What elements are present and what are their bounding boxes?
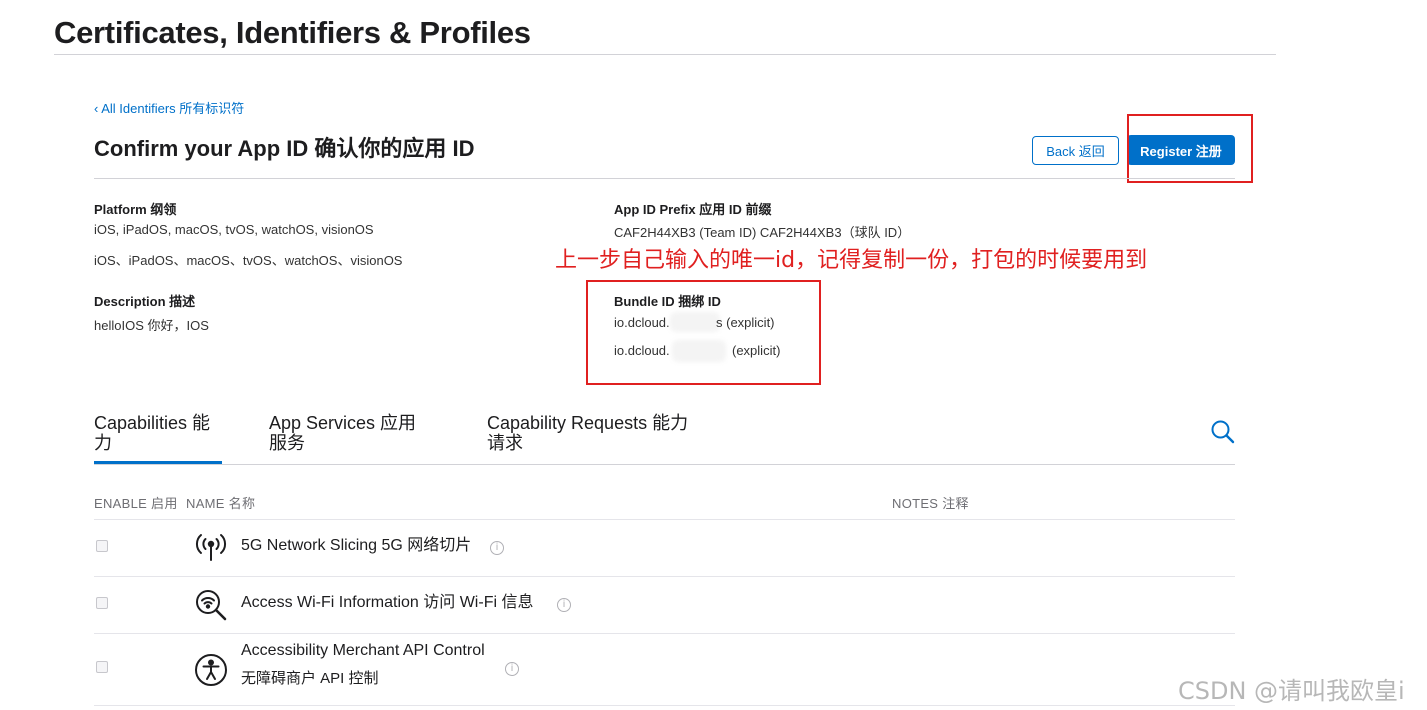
bundle-id-highlight-box <box>586 280 821 385</box>
tab-label-line: App Services 应用 <box>269 413 417 433</box>
page-header: Certificates, Identifiers & Profiles <box>54 14 1276 55</box>
accessibility-icon <box>193 652 229 688</box>
watermark: CSDN @请叫我欧皇i <box>1178 677 1405 705</box>
all-identifiers-link[interactable]: ‹ All Identifiers 所有标识符 <box>94 98 244 117</box>
capability-name-cn: 无障碍商户 API 控制 <box>241 670 379 687</box>
confirm-title: Confirm your App ID 确认你的应用 ID <box>94 136 475 161</box>
app-id-prefix-value: CAF2H44XB3 (Team ID) CAF2H44XB3（球队 ID） <box>614 225 911 240</box>
capability-name: Accessibility Merchant API Control <box>241 642 485 659</box>
platform-value-en: iOS, iPadOS, macOS, tvOS, watchOS, visio… <box>94 222 374 237</box>
info-icon[interactable]: i <box>490 541 504 555</box>
enable-checkbox[interactable] <box>96 540 108 552</box>
platform-value-cn: iOS、iPadOS、macOS、tvOS、watchOS、visionOS <box>94 253 403 268</box>
back-button[interactable]: Back 返回 <box>1032 136 1119 165</box>
tab-capabilities[interactable]: Capabilities 能 力 <box>94 413 222 464</box>
capability-tabs: Capabilities 能 力 App Services 应用 服务 Capa… <box>94 413 1235 465</box>
wifi-search-icon <box>193 587 229 623</box>
platform-label: Platform 纲领 <box>94 202 177 217</box>
capability-row: Access Wi-Fi Information 访问 Wi-Fi 信息 i <box>94 577 1235 634</box>
capability-row: 5G Network Slicing 5G 网络切片 i <box>94 520 1235 577</box>
search-icon[interactable] <box>1209 418 1237 446</box>
capability-name: Access Wi-Fi Information 访问 Wi-Fi 信息 <box>241 594 534 611</box>
register-highlight-box <box>1127 114 1253 183</box>
info-icon[interactable]: i <box>557 598 571 612</box>
capability-name: 5G Network Slicing 5G 网络切片 <box>241 537 472 554</box>
title-divider <box>94 178 1235 179</box>
app-id-prefix-label: App ID Prefix 应用 ID 前缀 <box>614 202 772 217</box>
tab-label-line: 请求 <box>487 433 523 453</box>
description-label: Description 描述 <box>94 294 196 309</box>
tab-capability-requests[interactable]: Capability Requests 能力 请求 <box>487 413 727 453</box>
tab-label-line: 力 <box>94 433 112 453</box>
tab-label-line: Capabilities 能 <box>94 413 211 433</box>
description-value: helloIOS 你好，IOS <box>94 318 209 333</box>
annotation-note: 上一步自己输入的唯一id，记得复制一份，打包的时候要用到 <box>555 248 1148 273</box>
capability-row: Accessibility Merchant API Control 无障碍商户… <box>94 634 1235 706</box>
antenna-icon <box>193 530 229 566</box>
column-header-notes: NOTES 注释 <box>892 496 969 511</box>
info-icon[interactable]: i <box>505 662 519 676</box>
tab-app-services[interactable]: App Services 应用 服务 <box>269 413 449 453</box>
tab-label-line: 服务 <box>269 433 305 453</box>
enable-checkbox[interactable] <box>96 661 108 673</box>
page-title: Certificates, Identifiers & Profiles <box>54 15 531 50</box>
enable-checkbox[interactable] <box>96 597 108 609</box>
column-header-name: NAME 名称 <box>186 496 256 511</box>
column-header-enable: ENABLE 启用 <box>94 496 178 511</box>
tab-label-line: Capability Requests 能力 <box>487 413 689 433</box>
